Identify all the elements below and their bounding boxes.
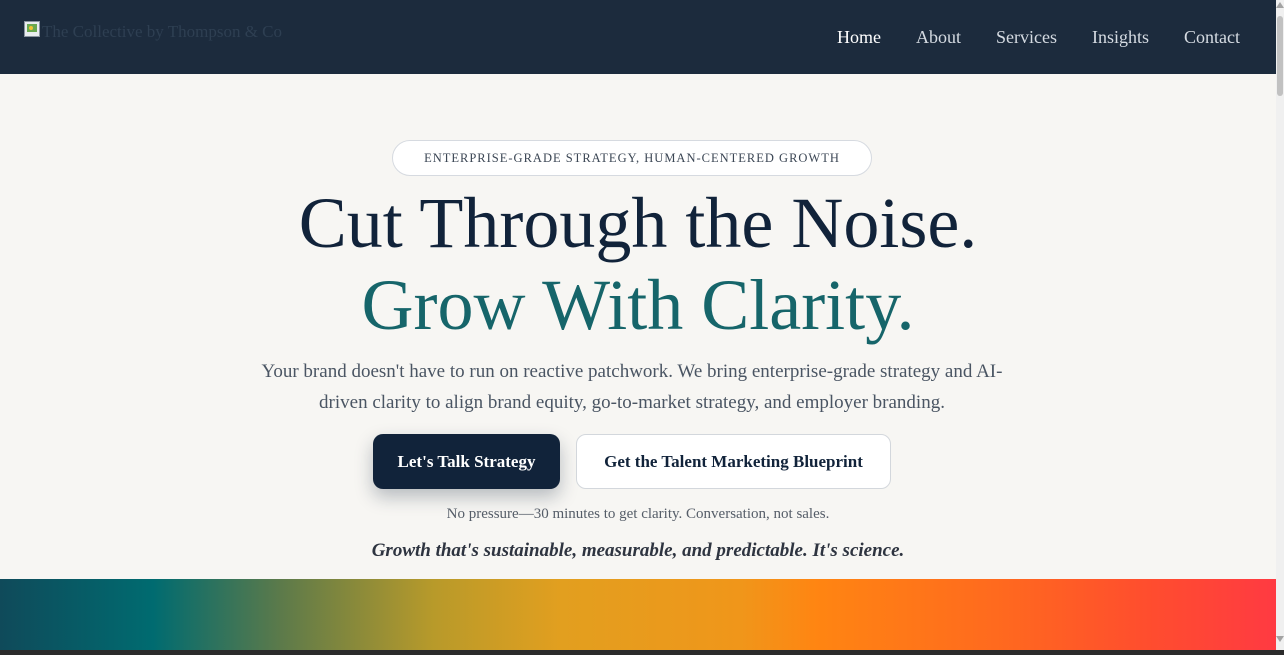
nav-link-about[interactable]: About [916,26,961,48]
vertical-scrollbar[interactable] [1276,0,1284,650]
hero-headline: Cut Through the Noise. Grow With Clarity… [0,182,1276,346]
logo-alt-text: The Collective by Thompson & Co [42,22,283,41]
scroll-down-arrow-icon[interactable] [1276,636,1284,642]
nav-link-services[interactable]: Services [996,26,1057,48]
gradient-band [0,579,1276,650]
nav-link-home[interactable]: Home [837,26,881,48]
lets-talk-strategy-button[interactable]: Let's Talk Strategy [373,434,560,489]
scroll-up-arrow-icon[interactable] [1276,2,1284,8]
talent-blueprint-button[interactable]: Get the Talent Marketing Blueprint [576,434,891,489]
top-navigation: The Collective by Thompson & Co Home Abo… [0,0,1276,74]
headline-line-1: Cut Through the Noise. [298,183,978,263]
eyebrow-pill: ENTERPRISE-GRADE STRATEGY, HUMAN-CENTERE… [392,140,872,176]
headline-line-2: Grow With Clarity. [361,265,915,345]
nav-link-contact[interactable]: Contact [1184,26,1240,48]
nav-links: Home About Services Insights Contact [837,26,1240,48]
logo-link[interactable]: The Collective by Thompson & Co [24,20,282,44]
hero-subtext: Your brand doesn't have to run on reacti… [261,361,1003,413]
page-viewport: The Collective by Thompson & Co Home Abo… [0,0,1276,650]
cta-note: No pressure—30 minutes to get clarity. C… [446,506,830,522]
nav-link-insights[interactable]: Insights [1092,26,1149,48]
scrollbar-thumb[interactable] [1277,16,1283,96]
window-bottom-edge [0,650,1284,655]
hero-tagline: Growth that's sustainable, measurable, a… [371,540,905,561]
broken-image-icon [24,21,40,37]
